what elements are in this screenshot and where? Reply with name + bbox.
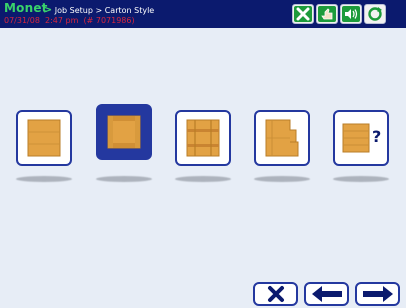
arrow-right-icon bbox=[362, 286, 393, 302]
cancel-button[interactable] bbox=[253, 282, 298, 306]
refresh-button[interactable] bbox=[364, 4, 386, 24]
unknown-style-label: ? bbox=[372, 127, 382, 146]
app-brand: Monet bbox=[4, 1, 48, 15]
confirm-header-button[interactable] bbox=[316, 4, 338, 24]
tile-shadow bbox=[333, 176, 389, 182]
notched-carton-icon bbox=[265, 119, 299, 157]
breadcrumb-separator: > bbox=[43, 3, 53, 16]
cancel-header-button[interactable] bbox=[292, 4, 314, 24]
x-icon bbox=[294, 6, 312, 22]
carton-style-2[interactable] bbox=[96, 104, 152, 160]
tile-shadow bbox=[16, 176, 72, 182]
refresh-icon bbox=[368, 7, 382, 21]
carton-style-3[interactable] bbox=[175, 110, 231, 166]
carton-style-1[interactable] bbox=[16, 110, 72, 166]
sound-button[interactable] bbox=[340, 4, 362, 24]
speaker-icon bbox=[342, 6, 360, 22]
breadcrumb: > Job Setup > Carton Style bbox=[43, 3, 154, 16]
banded-carton-icon bbox=[186, 119, 220, 157]
tile-shadow bbox=[254, 176, 310, 182]
back-button[interactable] bbox=[304, 282, 349, 306]
tile-shadow bbox=[175, 176, 231, 182]
carton-style-4[interactable] bbox=[254, 110, 310, 166]
x-icon bbox=[267, 286, 284, 302]
tile-shadow bbox=[96, 176, 152, 182]
next-button[interactable] bbox=[355, 282, 400, 306]
breadcrumb-text: Job Setup > Carton Style bbox=[54, 6, 155, 15]
title-bar: Monet > Job Setup > Carton Style 07/31/0… bbox=[0, 0, 406, 28]
carton-style-5[interactable]: ? bbox=[333, 110, 389, 166]
framed-carton-icon bbox=[107, 115, 141, 149]
hand-check-icon bbox=[318, 6, 336, 22]
date-time-job: 07/31/08 2:47 pm (# 7071986) bbox=[4, 16, 135, 25]
arrow-left-icon bbox=[311, 286, 342, 302]
flat-carton-icon bbox=[27, 119, 61, 157]
